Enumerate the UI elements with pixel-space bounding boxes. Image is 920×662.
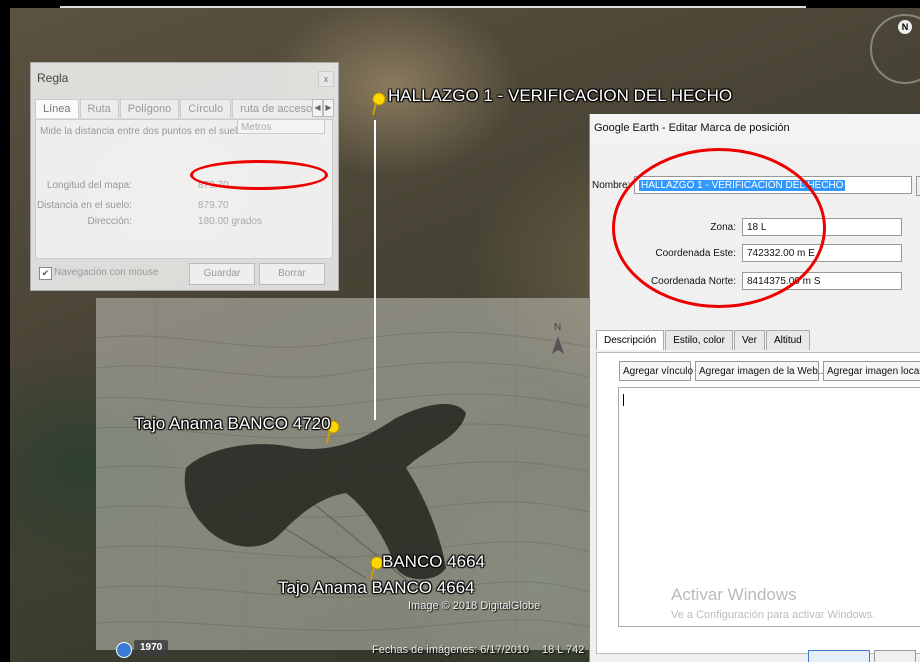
highlight-circle-coordinates: [612, 148, 826, 308]
text-caret: [623, 394, 624, 406]
add-web-image-button[interactable]: Agregar imagen de la Web...: [695, 361, 826, 381]
pin-style-button[interactable]: [916, 176, 920, 196]
ruler-tabs: Línea Ruta Polígono Círculo ruta de acce…: [35, 99, 317, 118]
screenshot-stage: N N HALLAZGO 1 - VERIFICACION DEL HECHO …: [0, 0, 920, 662]
ground-distance-label: Distancia en el suelo:: [36, 200, 132, 211]
svg-text:N: N: [554, 322, 561, 333]
editor-tabs: Descripción Estilo, color Ver Altitud: [596, 330, 811, 350]
compass-control[interactable]: N: [870, 14, 920, 84]
heading-label: Dirección:: [87, 216, 132, 227]
tab-ver[interactable]: Ver: [733, 330, 765, 350]
ruler-description: Mide la distancia entre dos puntos en el…: [40, 126, 246, 137]
historical-imagery-icon[interactable]: [116, 642, 132, 658]
ruler-panel: Mide la distancia entre dos puntos en el…: [35, 119, 333, 259]
cancel-button[interactable]: [874, 650, 916, 662]
tab-ruta[interactable]: Ruta: [79, 99, 119, 118]
tab-descripcion[interactable]: Descripción: [596, 330, 665, 350]
ok-button[interactable]: [808, 650, 870, 662]
tab-linea[interactable]: Línea: [35, 99, 79, 118]
highlight-circle-map-length: [190, 160, 328, 190]
tab-altitud[interactable]: Altitud: [765, 330, 810, 350]
tab-scroll-arrows: ◀ ▶: [312, 99, 334, 117]
map-length-label: Longitud del mapa:: [46, 180, 132, 191]
heading-value: 180.00 grados: [198, 216, 262, 227]
pin-label-hallazgo[interactable]: HALLAZGO 1 - VERIFICACION DEL HECHO: [388, 86, 732, 106]
ground-distance-value: 879.70: [198, 200, 229, 211]
delete-button[interactable]: Borrar: [259, 263, 325, 285]
unit-select-value: Metros: [241, 122, 272, 133]
compass-north-icon[interactable]: N: [898, 20, 912, 34]
pin-label-tajo-4664[interactable]: Tajo Anama BANCO 4664: [278, 578, 475, 598]
description-panel: Agregar vínculo Agregar imagen de la Web…: [596, 352, 920, 654]
activation-watermark-subtitle: Ve a Configuración para activar Windows.: [671, 609, 876, 621]
pin-label-tajo-4720[interactable]: Tajo Anama BANCO 4720: [134, 414, 331, 434]
unit-select[interactable]: Metros: [237, 119, 325, 134]
mouse-nav-label: Navegación con mouse: [54, 267, 159, 278]
tab-ruta-3d[interactable]: ruta de acceso en 3D: [232, 99, 317, 118]
activation-watermark-title: Activar Windows: [671, 585, 797, 604]
editor-title: Google Earth - Editar Marca de posición: [594, 122, 790, 134]
tab-circulo[interactable]: Círculo: [180, 99, 232, 118]
tab-estilo[interactable]: Estilo, color: [665, 330, 733, 350]
pushpin-icon[interactable]: [370, 92, 386, 116]
image-credit: Image © 2018 DigitalGlobe: [408, 600, 541, 612]
ruler-line: [374, 120, 376, 420]
add-link-button[interactable]: Agregar vínculo: [619, 361, 693, 381]
close-icon[interactable]: x: [318, 71, 334, 87]
chevron-right-icon[interactable]: ▶: [323, 99, 334, 117]
pin-label-banco-4664[interactable]: BANCO 4664: [382, 552, 485, 572]
tab-poligono[interactable]: Polígono: [119, 99, 180, 118]
add-local-image-button[interactable]: Agregar imagen local...: [823, 361, 920, 381]
chevron-left-icon[interactable]: ◀: [312, 99, 323, 117]
coordinate-readout: 18 L 742: [542, 644, 585, 656]
save-button[interactable]: Guardar: [189, 263, 255, 285]
mouse-nav-checkbox[interactable]: ✔: [39, 267, 52, 280]
imagery-date: Fechas de imágenes: 6/17/2010: [372, 644, 530, 656]
historical-year-badge[interactable]: 1970: [134, 640, 169, 656]
ruler-window-title: Regla: [37, 71, 69, 85]
